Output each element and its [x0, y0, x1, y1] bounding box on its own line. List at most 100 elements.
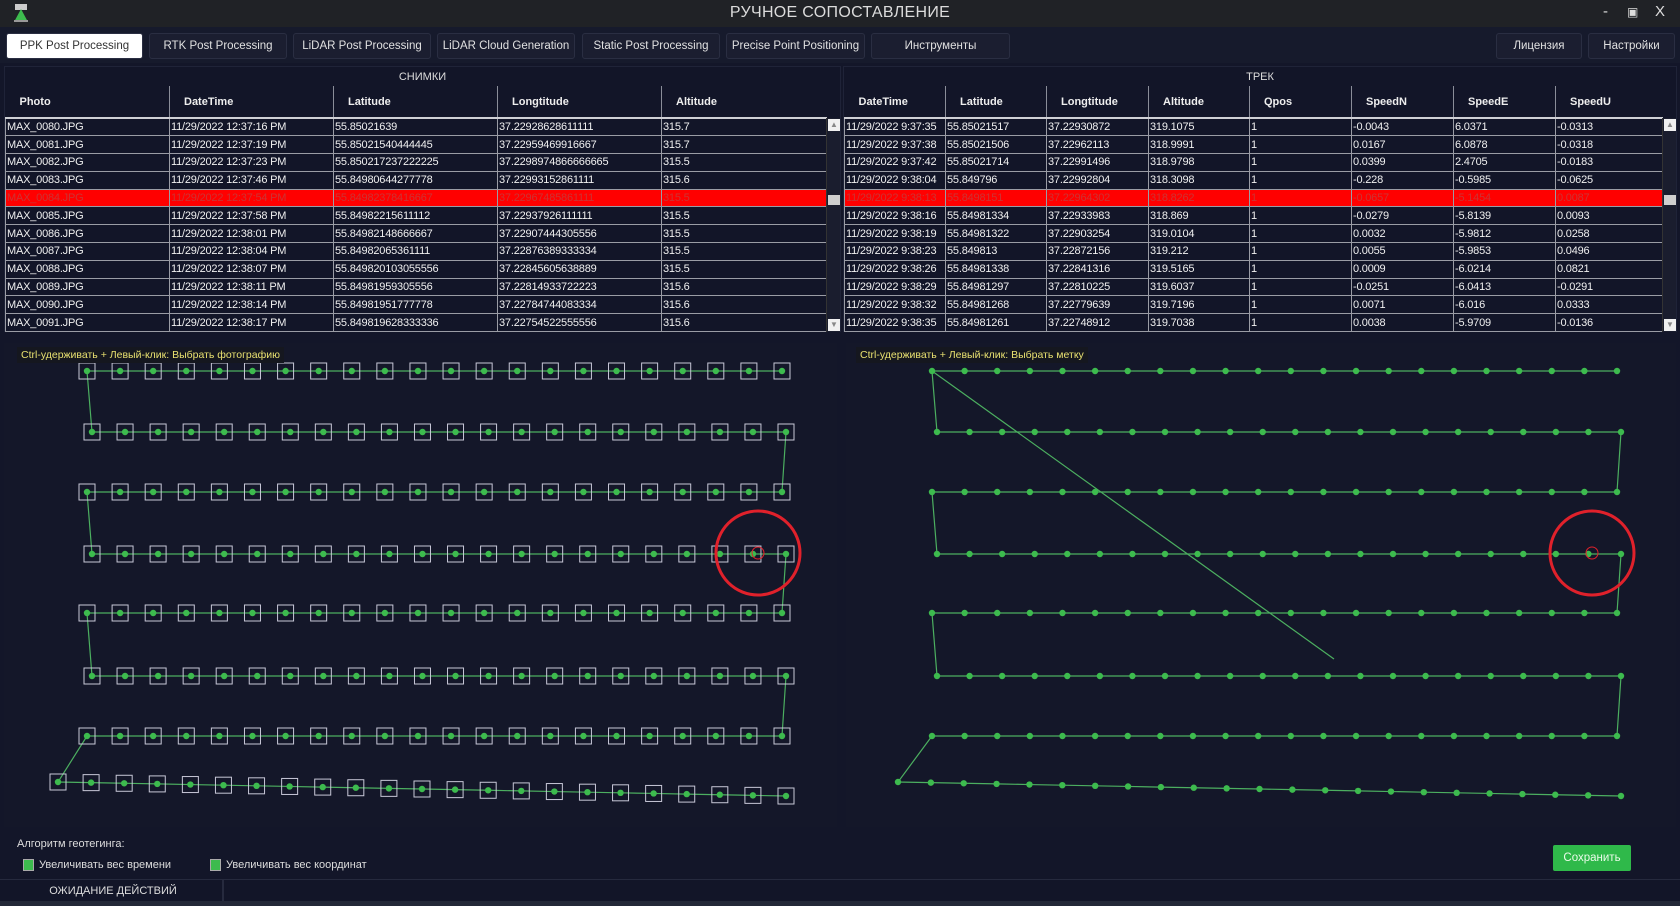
photo-point[interactable]: [650, 550, 658, 558]
track-point[interactable]: [993, 780, 1000, 788]
track-point[interactable]: [1222, 732, 1229, 740]
photo-point[interactable]: [253, 782, 260, 790]
track-point[interactable]: [1585, 672, 1592, 680]
track-point[interactable]: [933, 672, 941, 680]
photo-point[interactable]: [745, 367, 753, 375]
track-point[interactable]: [1189, 367, 1197, 375]
photo-point[interactable]: [54, 778, 62, 786]
track-point[interactable]: [1515, 732, 1523, 740]
photo-point[interactable]: [116, 367, 124, 375]
photo-point[interactable]: [83, 609, 91, 617]
photo-point[interactable]: [580, 488, 587, 496]
track-point[interactable]: [1320, 367, 1327, 375]
track-point[interactable]: [1190, 784, 1197, 791]
photo-point[interactable]: [683, 428, 691, 436]
track-point[interactable]: [1254, 732, 1262, 740]
track-point[interactable]: [1548, 367, 1555, 375]
track-point[interactable]: [1487, 550, 1494, 558]
track-point[interactable]: [1059, 609, 1066, 617]
photo-point[interactable]: [254, 672, 261, 680]
track-point[interactable]: [927, 779, 935, 786]
track-point[interactable]: [1157, 609, 1164, 617]
track-point[interactable]: [1256, 785, 1263, 793]
photo-point[interactable]: [679, 367, 686, 375]
track-point[interactable]: [1352, 367, 1360, 375]
track-point[interactable]: [1161, 672, 1169, 680]
photo-point[interactable]: [319, 783, 326, 791]
photo-point[interactable]: [149, 609, 157, 617]
track-point[interactable]: [998, 428, 1006, 436]
track-point[interactable]: [1552, 550, 1560, 558]
photo-point[interactable]: [183, 609, 190, 617]
track-point[interactable]: [1352, 488, 1360, 496]
photo-point[interactable]: [352, 784, 360, 791]
track-point[interactable]: [1552, 791, 1559, 798]
photo-point[interactable]: [716, 428, 724, 436]
photo-point[interactable]: [120, 780, 128, 787]
track-point[interactable]: [1450, 732, 1458, 740]
photo-point[interactable]: [749, 672, 757, 680]
photo-point[interactable]: [386, 428, 393, 436]
photo-point[interactable]: [514, 488, 521, 496]
track-point[interactable]: [1091, 488, 1099, 496]
photo-point[interactable]: [315, 488, 322, 496]
photo-point[interactable]: [782, 792, 790, 800]
photo-point[interactable]: [287, 428, 294, 436]
track-point[interactable]: [1385, 732, 1392, 740]
photo-point[interactable]: [414, 488, 422, 496]
photo-point[interactable]: [220, 672, 228, 680]
track-point[interactable]: [1520, 672, 1527, 680]
track-point[interactable]: [1026, 609, 1034, 617]
photo-point[interactable]: [348, 367, 355, 375]
track-point[interactable]: [1254, 609, 1262, 617]
track-point[interactable]: [1418, 367, 1425, 375]
photo-point[interactable]: [116, 488, 124, 496]
track-point[interactable]: [961, 609, 968, 617]
photo-point[interactable]: [154, 428, 162, 436]
photo-point[interactable]: [617, 672, 624, 680]
track-point[interactable]: [1515, 367, 1523, 375]
photo-point[interactable]: [249, 609, 256, 617]
photo-point[interactable]: [778, 488, 786, 496]
photo-point[interactable]: [485, 672, 492, 680]
track-point[interactable]: [1129, 550, 1136, 558]
photo-point[interactable]: [646, 732, 653, 740]
track-point[interactable]: [1124, 367, 1131, 375]
track-point[interactable]: [1450, 367, 1458, 375]
photo-point[interactable]: [716, 672, 724, 680]
photo-point[interactable]: [580, 609, 587, 617]
photo-point[interactable]: [782, 428, 790, 436]
photo-point[interactable]: [287, 550, 294, 558]
track-point[interactable]: [994, 609, 1001, 617]
track-point[interactable]: [1222, 488, 1229, 496]
photo-point[interactable]: [154, 780, 161, 788]
save-button[interactable]: Сохранить: [1553, 845, 1631, 871]
photo-point[interactable]: [381, 367, 389, 375]
photo-point[interactable]: [613, 732, 620, 740]
photo-point[interactable]: [650, 428, 658, 436]
photo-point[interactable]: [216, 488, 223, 496]
photo-point[interactable]: [518, 787, 525, 795]
photo-point[interactable]: [88, 428, 96, 436]
track-point[interactable]: [1389, 428, 1397, 436]
track-point[interactable]: [1324, 550, 1332, 558]
track-point[interactable]: [960, 780, 967, 787]
photo-point[interactable]: [419, 672, 426, 680]
track-point[interactable]: [1064, 672, 1071, 680]
track-point[interactable]: [1031, 428, 1038, 436]
track-point[interactable]: [1520, 550, 1527, 558]
track-point[interactable]: [1548, 609, 1555, 617]
track-point[interactable]: [1584, 792, 1592, 799]
track-point[interactable]: [1483, 732, 1490, 740]
photo-point[interactable]: [249, 488, 256, 496]
photo-point[interactable]: [613, 488, 620, 496]
track-point[interactable]: [1320, 732, 1327, 740]
photo-point[interactable]: [348, 609, 355, 617]
track-point[interactable]: [1059, 488, 1066, 496]
track-point[interactable]: [1292, 672, 1299, 680]
track-point[interactable]: [961, 488, 968, 496]
track-point[interactable]: [1026, 367, 1034, 375]
photo-point[interactable]: [385, 785, 393, 792]
photo-point[interactable]: [87, 779, 95, 786]
track-point[interactable]: [1157, 367, 1164, 375]
